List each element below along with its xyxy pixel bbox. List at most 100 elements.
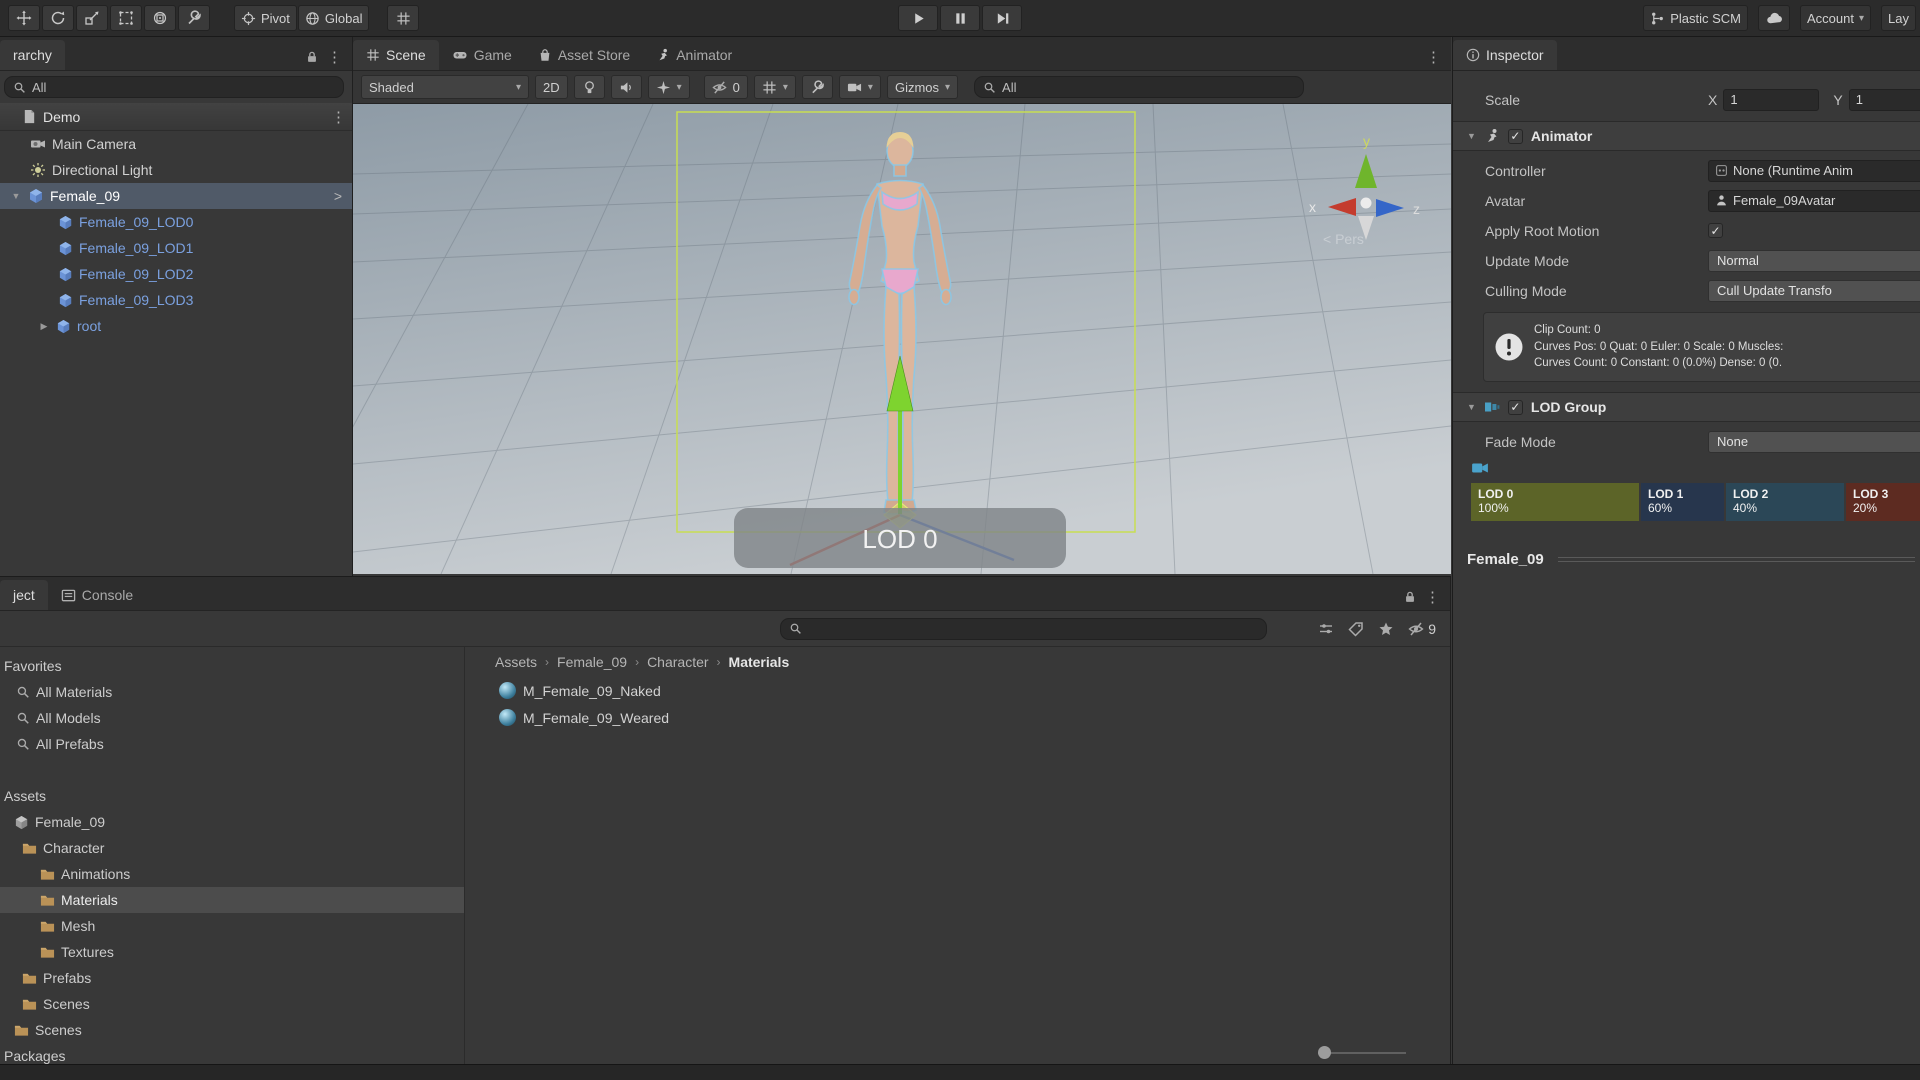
hidden-packages-toggle[interactable]: 9 bbox=[1408, 621, 1436, 637]
project-search-input[interactable] bbox=[780, 617, 1267, 640]
favorite-all-materials[interactable]: All Materials bbox=[0, 679, 464, 705]
culling-mode-dropdown[interactable]: Cull Update Transfo ▾ bbox=[1708, 279, 1920, 302]
folder-animations[interactable]: Animations bbox=[0, 861, 464, 887]
tab-animator[interactable]: Animator bbox=[643, 40, 745, 70]
breadcrumb-materials[interactable]: Materials bbox=[729, 654, 790, 670]
filter-by-type-icon[interactable] bbox=[1318, 621, 1334, 637]
hierarchy-item-female-09-lod3[interactable]: Female_09_LOD3 bbox=[0, 287, 352, 313]
scene-viewport[interactable]: LOD 0 y x z < Pers bbox=[353, 104, 1451, 576]
folder-character[interactable]: Character bbox=[0, 835, 464, 861]
shading-mode-dropdown[interactable]: Shaded ▾ bbox=[361, 75, 529, 99]
lod1-band[interactable]: LOD 1 60% bbox=[1641, 483, 1726, 522]
rect-tool-button[interactable] bbox=[110, 5, 142, 31]
lod-group-enabled-checkbox[interactable]: ✓ bbox=[1507, 399, 1523, 415]
scale-tool-button[interactable] bbox=[76, 5, 108, 31]
gizmos-dropdown[interactable]: Gizmos ▾ bbox=[886, 75, 959, 99]
lod-group-component-header[interactable]: ▼ ✓ LOD Group bbox=[1453, 392, 1920, 423]
tab-asset-store[interactable]: Asset Store bbox=[525, 40, 643, 70]
scene-header-demo[interactable]: Demo ⋮ bbox=[0, 103, 352, 131]
grid-visibility-dropdown[interactable]: ▾ bbox=[753, 75, 796, 99]
update-mode-dropdown[interactable]: Normal ▾ bbox=[1708, 249, 1920, 272]
tab-hierarchy[interactable]: rarchy bbox=[0, 40, 65, 70]
scene-lighting-toggle[interactable] bbox=[573, 75, 605, 99]
pause-button[interactable] bbox=[940, 5, 980, 31]
hierarchy-item-female-09[interactable]: ▼ Female_09 > bbox=[0, 183, 352, 209]
hierarchy-item-main-camera[interactable]: Main Camera bbox=[0, 131, 352, 157]
scene-fx-dropdown[interactable]: ▾ bbox=[647, 75, 690, 99]
hidden-objects-toggle[interactable]: 0 bbox=[703, 75, 748, 99]
scene-search-input[interactable]: All bbox=[974, 76, 1305, 98]
pivot-toggle[interactable]: Pivot bbox=[234, 5, 297, 31]
lod3-band[interactable]: LOD 3 20% bbox=[1846, 483, 1920, 522]
lock-icon[interactable] bbox=[1403, 590, 1417, 604]
fade-mode-dropdown[interactable]: None ▾ bbox=[1708, 430, 1920, 453]
breadcrumb-assets[interactable]: Assets bbox=[495, 654, 537, 670]
asset-zoom-slider[interactable] bbox=[1318, 1046, 1406, 1060]
foldout-open-icon[interactable]: ▼ bbox=[10, 191, 22, 201]
tab-inspector[interactable]: Inspector bbox=[1453, 40, 1557, 70]
breadcrumb-character[interactable]: Character bbox=[647, 654, 708, 670]
hierarchy-item-female-09-lod0[interactable]: Female_09_LOD0 bbox=[0, 209, 352, 235]
transform-tool-button[interactable] bbox=[144, 5, 176, 31]
rotate-tool-button[interactable] bbox=[42, 5, 74, 31]
assets-root[interactable]: Assets bbox=[0, 783, 464, 809]
scale-x-field[interactable]: 1 bbox=[1723, 88, 1820, 111]
hierarchy-item-female-09-lod1[interactable]: Female_09_LOD1 bbox=[0, 235, 352, 261]
controller-object-field[interactable]: None (Runtime Anim bbox=[1708, 159, 1920, 182]
component-tools-button[interactable] bbox=[801, 75, 833, 99]
move-tool-button[interactable] bbox=[8, 5, 40, 31]
animator-component-header[interactable]: ▼ ✓ Animator bbox=[1453, 121, 1920, 151]
favorite-all-models[interactable]: All Models bbox=[0, 705, 464, 731]
tab-game[interactable]: Game bbox=[439, 40, 525, 70]
asset-material-weared[interactable]: M_Female_09_Weared bbox=[465, 704, 1450, 731]
tab-scene[interactable]: Scene bbox=[353, 40, 439, 70]
tab-console[interactable]: Console bbox=[48, 580, 146, 610]
hierarchy-item-female-09-lod2[interactable]: Female_09_LOD2 bbox=[0, 261, 352, 287]
breadcrumb-female-09[interactable]: Female_09 bbox=[557, 654, 627, 670]
2d-toggle[interactable]: 2D bbox=[535, 75, 568, 99]
kebab-menu-icon[interactable]: ⋮ bbox=[325, 108, 352, 126]
filter-by-label-icon[interactable] bbox=[1348, 621, 1364, 637]
folder-female-09[interactable]: Female_09 bbox=[0, 809, 464, 835]
folder-scenes[interactable]: Scenes bbox=[0, 1017, 464, 1043]
account-dropdown[interactable]: Account ▾ bbox=[1800, 5, 1872, 31]
preview-header[interactable]: Female_09 bbox=[1467, 551, 1915, 568]
lod0-band[interactable]: LOD 0 100% bbox=[1471, 483, 1641, 522]
prefab-open-chevron-icon[interactable]: > bbox=[334, 188, 342, 204]
folder-textures[interactable]: Textures bbox=[0, 939, 464, 965]
favorite-all-prefabs[interactable]: All Prefabs bbox=[0, 731, 464, 757]
play-button[interactable] bbox=[898, 5, 938, 31]
folder-prefabs[interactable]: Prefabs bbox=[0, 965, 464, 991]
step-button[interactable] bbox=[982, 5, 1022, 31]
kebab-menu-icon[interactable]: ⋮ bbox=[1420, 48, 1447, 66]
global-toggle[interactable]: Global bbox=[297, 5, 370, 31]
lod2-band[interactable]: LOD 2 40% bbox=[1726, 483, 1846, 522]
kebab-menu-icon[interactable]: ⋮ bbox=[321, 48, 348, 66]
foldout-open-icon[interactable]: ▼ bbox=[1467, 402, 1476, 412]
foldout-open-icon[interactable]: ▼ bbox=[1467, 131, 1476, 141]
plastic-scm-button[interactable]: Plastic SCM bbox=[1643, 5, 1749, 31]
asset-material-naked[interactable]: M_Female_09_Naked bbox=[465, 677, 1450, 704]
favorites-header[interactable]: Favorites bbox=[0, 653, 464, 679]
lock-icon[interactable] bbox=[305, 50, 319, 64]
scene-camera-dropdown[interactable]: ▾ bbox=[838, 75, 881, 99]
snap-grid-button[interactable] bbox=[387, 5, 420, 31]
scene-audio-toggle[interactable] bbox=[610, 75, 642, 99]
scale-y-field[interactable]: 1 bbox=[1848, 88, 1920, 111]
lod-camera-marker[interactable] bbox=[1469, 459, 1920, 477]
avatar-object-field[interactable]: Female_09Avatar bbox=[1708, 189, 1920, 212]
folder-materials-selected[interactable]: Materials bbox=[0, 887, 464, 913]
foldout-closed-icon[interactable]: ▶ bbox=[38, 321, 50, 332]
cloud-button[interactable] bbox=[1758, 5, 1791, 31]
animator-enabled-checkbox[interactable]: ✓ bbox=[1507, 128, 1523, 144]
hierarchy-item-directional-light[interactable]: Directional Light bbox=[0, 157, 352, 183]
slider-knob[interactable] bbox=[1318, 1046, 1331, 1059]
favorites-star-icon[interactable] bbox=[1378, 621, 1394, 637]
tab-project[interactable]: ject bbox=[0, 580, 48, 610]
folder-mesh[interactable]: Mesh bbox=[0, 913, 464, 939]
layers-dropdown[interactable]: Lay bbox=[1881, 5, 1916, 31]
hierarchy-item-root[interactable]: ▶ root bbox=[0, 313, 352, 339]
custom-tool-button[interactable] bbox=[178, 5, 210, 31]
preview-drag-handle[interactable] bbox=[1557, 557, 1915, 563]
folder-scenes-inner[interactable]: Scenes bbox=[0, 991, 464, 1017]
